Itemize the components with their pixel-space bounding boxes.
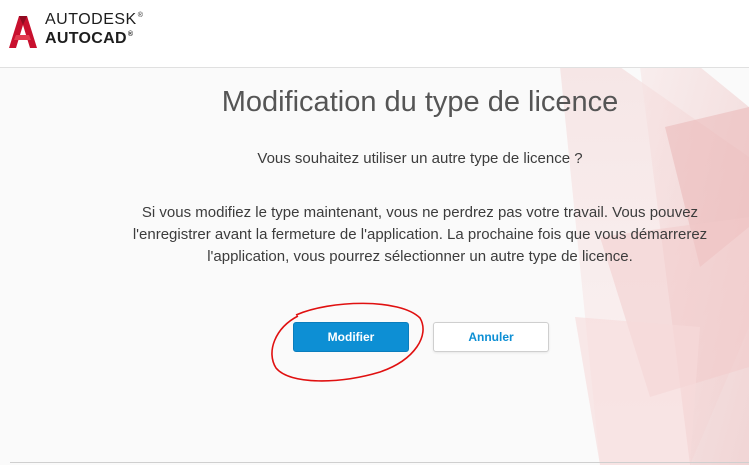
trademark-symbol: ®	[127, 31, 134, 38]
body-line: l'enregistrer avant la fermeture de l'ap…	[132, 226, 708, 243]
dialog-subtitle: Vous souhaitez utiliser un autre type de…	[257, 150, 583, 167]
modify-button[interactable]: Modifier	[293, 322, 409, 352]
app-header: AUTODESK® AUTOCAD®	[0, 0, 749, 68]
footer-divider	[10, 462, 749, 463]
autocad-logo-icon	[9, 16, 37, 48]
trademark-symbol: ®	[137, 12, 144, 19]
brand-company: AUTODESK	[45, 11, 137, 28]
brand-product: AUTOCAD	[45, 30, 127, 47]
dialog-body: Si vous modifiez le type maintenant, vou…	[110, 202, 730, 268]
brand-wordmark: AUTODESK® AUTOCAD®	[45, 12, 143, 47]
body-line: l'application, vous pourrez sélectionner…	[207, 248, 633, 265]
cancel-button[interactable]: Annuler	[433, 322, 549, 352]
dialog-title: Modification du type de licence	[221, 86, 619, 118]
body-line: Si vous modifiez le type maintenant, vou…	[141, 204, 699, 221]
